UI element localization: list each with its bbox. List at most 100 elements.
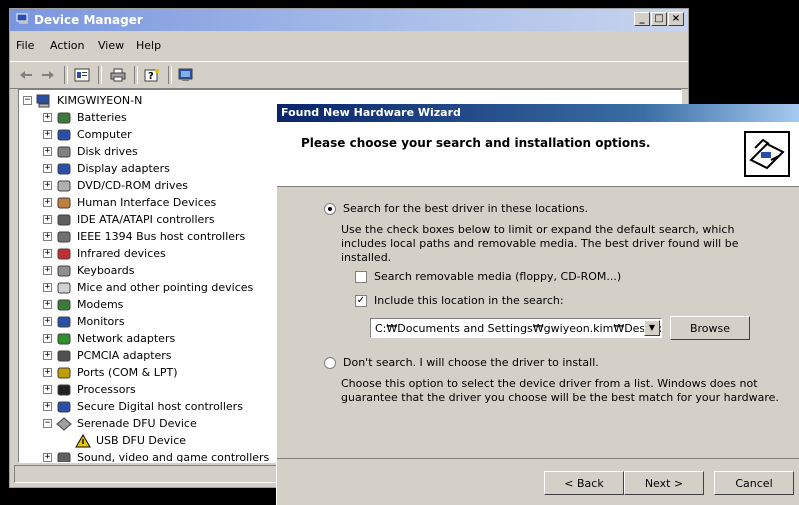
tree-item[interactable]: + Batteries [43,109,127,126]
hardware-wizard-icon [744,131,790,177]
network-icon [57,333,71,344]
checkbox-include-location[interactable]: ✓ [355,295,367,307]
tree-item-label: Monitors [77,315,125,328]
checkbox-removable-media[interactable] [355,271,367,283]
expand-toggle[interactable]: + [43,181,52,190]
expand-toggle[interactable]: + [43,385,52,394]
tree-item[interactable]: + Ports (COM & LPT) [43,364,178,381]
tree-root[interactable]: − KIMGWIYEON-N [23,92,142,109]
tree-item[interactable]: USB DFU Device [75,432,186,449]
browse-button[interactable]: Browse [670,316,750,340]
title-bar[interactable]: Device Manager _ □ × [10,9,688,31]
radio-dont-search-label[interactable]: Don't search. I will choose the driver t… [343,356,599,369]
expand-toggle[interactable]: + [43,317,52,326]
checkbox-include-location-label[interactable]: Include this location in the search: [374,294,564,307]
expand-toggle[interactable]: + [43,402,52,411]
disk-drive-icon [57,146,71,157]
toolbar-separator [64,66,68,84]
tree-item-label: Processors [77,383,136,396]
menu-action[interactable]: Action [50,39,84,52]
next-button[interactable]: Next > [624,471,704,495]
radio-dont-search[interactable] [324,357,336,369]
expand-toggle[interactable]: + [43,453,52,462]
location-combobox[interactable]: C:₩Documents and Settings₩gwiyeon.kim₩De… [370,318,662,338]
menu-bar: File Action View Help [10,37,688,57]
tree-item[interactable]: + IEEE 1394 Bus host controllers [43,228,245,245]
tree-item[interactable]: + PCMCIA adapters [43,347,172,364]
tree-item[interactable]: + Infrared devices [43,245,166,262]
print-icon[interactable] [108,66,128,84]
tree-item[interactable]: + Disk drives [43,143,138,160]
keyboard-icon [57,265,71,276]
tree-item[interactable]: + Display adapters [43,160,170,177]
collapse-toggle[interactable]: − [23,96,32,105]
menu-help[interactable]: Help [136,39,161,52]
infrared-icon [57,248,71,259]
expand-toggle[interactable]: + [43,113,52,122]
minimize-button[interactable]: _ [634,12,650,26]
wizard-heading: Please choose your search and installati… [301,136,651,150]
window-title: Device Manager [34,13,143,27]
tree-item-label: Ports (COM & LPT) [77,366,178,379]
expand-toggle[interactable]: + [43,266,52,275]
tree-item[interactable]: + Human Interface Devices [43,194,216,211]
tree-item-label: Serenade DFU Device [77,417,197,430]
tree-item[interactable]: + Processors [43,381,136,398]
tree-item[interactable]: + Network adapters [43,330,175,347]
close-button[interactable]: × [668,12,684,26]
port-icon [57,367,71,378]
back-button[interactable]: < Back [544,471,624,495]
tree-item[interactable]: + Mice and other pointing devices [43,279,253,296]
expand-toggle[interactable]: + [43,232,52,241]
toolbar-separator [168,66,172,84]
maximize-button[interactable]: □ [651,12,667,26]
tree-item-label: Network adapters [77,332,176,345]
tree-item-label: Modems [77,298,124,311]
expand-toggle[interactable]: − [43,419,52,428]
tree-item[interactable]: + Secure Digital host controllers [43,398,243,415]
tree-item-label: Human Interface Devices [77,196,217,209]
tree-item[interactable]: + Monitors [43,313,125,330]
monitor-icon [57,163,71,174]
expand-toggle[interactable]: + [43,283,52,292]
tree-item-label: Computer [77,128,132,141]
tree-item-label: Sound, video and game controllers [77,451,270,463]
expand-toggle[interactable]: + [43,215,52,224]
cancel-button[interactable]: Cancel [714,471,794,495]
expand-toggle[interactable]: + [43,351,52,360]
dropdown-arrow-icon[interactable]: ▼ [644,320,660,336]
tree-item[interactable]: + IDE ATA/ATAPI controllers [43,211,215,228]
forward-arrow-icon[interactable] [38,66,58,84]
radio-search-best[interactable] [324,203,336,215]
expand-toggle[interactable]: + [43,300,52,309]
expand-toggle[interactable]: + [43,368,52,377]
expand-toggle[interactable]: + [43,198,52,207]
tree-item-label: Disk drives [77,145,138,158]
checkbox-removable-media-label[interactable]: Search removable media (floppy, CD-ROM..… [374,270,621,283]
ieee1394-icon [57,231,71,242]
tree-item-label: Display adapters [77,162,170,175]
tree-item[interactable]: + Sound, video and game controllers [43,449,270,463]
expand-toggle[interactable]: + [43,130,52,139]
menu-view[interactable]: View [98,39,124,52]
radio-search-best-label[interactable]: Search for the best driver in these loca… [343,202,588,215]
wizard-footer: < Back Next > Cancel [277,458,799,505]
tree-item[interactable]: + Computer [43,126,132,143]
wizard-title-bar[interactable]: Found New Hardware Wizard [277,104,799,122]
expand-toggle[interactable]: + [43,334,52,343]
menu-file[interactable]: File [16,39,34,52]
tree-item[interactable]: + DVD/CD-ROM drives [43,177,188,194]
tree-item[interactable]: + Modems [43,296,123,313]
expand-toggle[interactable]: + [43,147,52,156]
expand-toggle[interactable]: + [43,164,52,173]
tree-item[interactable]: + Keyboards [43,262,134,279]
back-arrow-icon[interactable] [16,66,36,84]
help-icon[interactable]: ? [142,66,162,84]
properties-icon[interactable] [72,66,92,84]
cdrom-icon [57,180,71,191]
tree-item[interactable]: − Serenade DFU Device [43,415,197,432]
expand-toggle[interactable]: + [43,249,52,258]
dont-search-description: Choose this option to select the device … [341,377,779,404]
computer-icon [16,13,28,24]
scan-hardware-icon[interactable] [176,66,196,84]
